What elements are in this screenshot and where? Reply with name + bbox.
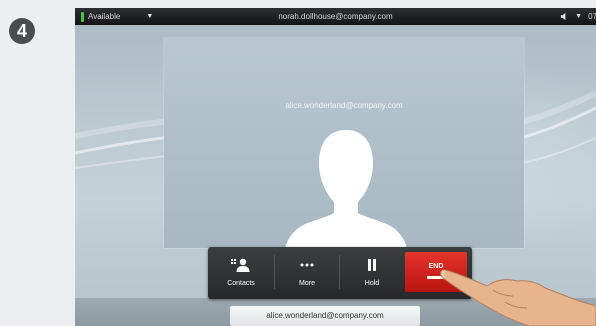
avatar-silhouette-icon bbox=[285, 130, 407, 250]
contacts-icon bbox=[231, 258, 250, 272]
more-button[interactable]: More bbox=[276, 252, 338, 292]
hold-button[interactable]: Hold bbox=[341, 252, 403, 292]
clock: 07 bbox=[588, 12, 596, 21]
divider bbox=[274, 255, 275, 289]
video-call-screen: Available ▼ norah.dollhouse@company.com … bbox=[75, 8, 596, 326]
divider bbox=[339, 255, 340, 289]
contacts-button[interactable]: Contacts bbox=[210, 252, 272, 292]
remote-participant-uri: alice.wonderland@company.com bbox=[285, 101, 403, 110]
speaker-icon[interactable] bbox=[560, 12, 569, 21]
current-user: norah.dollhouse@company.com bbox=[278, 12, 393, 21]
pointing-hand-icon bbox=[440, 269, 596, 326]
step-number-badge: 4 bbox=[9, 18, 35, 44]
more-dots-icon bbox=[300, 263, 314, 267]
hold-label: Hold bbox=[364, 280, 380, 287]
contacts-label: Contacts bbox=[227, 280, 255, 287]
status-bar: Available ▼ norah.dollhouse@company.com … bbox=[75, 8, 596, 25]
more-label: More bbox=[299, 280, 315, 287]
remote-video-panel: alice.wonderland@company.com bbox=[164, 38, 524, 250]
volume-chevron-icon[interactable]: ▼ bbox=[575, 13, 582, 20]
pause-icon bbox=[368, 259, 376, 271]
call-uri-field: alice.wonderland@company.com bbox=[230, 306, 420, 326]
